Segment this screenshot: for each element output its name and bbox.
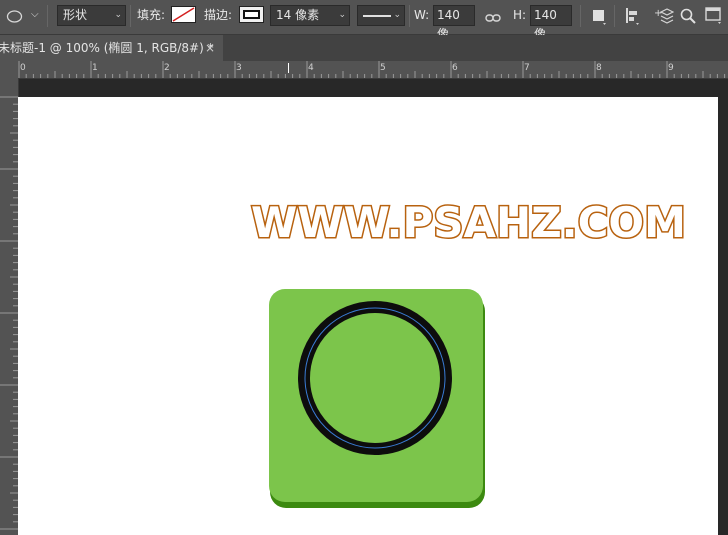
close-icon[interactable]: × bbox=[205, 35, 215, 61]
divider bbox=[614, 5, 615, 27]
ruler-label: 9 bbox=[668, 63, 674, 73]
chevron-down-icon: ⌄ bbox=[393, 10, 401, 20]
options-bar: ⌵ 形状 ⌄ 填充: 描边: 14 像素 ⌄ ⌄ W: 140 像 H: 140… bbox=[0, 0, 728, 41]
path-alignment-icon[interactable] bbox=[625, 8, 641, 30]
no-fill-icon bbox=[172, 7, 195, 22]
ruler-label: 1 bbox=[92, 63, 98, 73]
fill-swatch[interactable] bbox=[171, 6, 196, 23]
chevron-down-icon: ⌄ bbox=[338, 10, 346, 20]
ellipse-tool-icon[interactable] bbox=[6, 8, 23, 23]
divider bbox=[47, 5, 48, 27]
ruler-label: 2 bbox=[164, 63, 170, 73]
stroke-color-icon bbox=[243, 10, 260, 19]
mode-value: 形状 bbox=[63, 8, 88, 22]
ruler-ticks bbox=[0, 96, 18, 530]
horizontal-ruler[interactable]: 0 1 2 3 4 5 6 7 8 9 bbox=[18, 61, 728, 79]
document-tab[interactable]: 未标题-1 @ 100% (椭圆 1, RGB/8#) * × bbox=[0, 35, 223, 61]
search-icon[interactable] bbox=[680, 8, 696, 28]
divider bbox=[130, 5, 131, 27]
ruler-label: 4 bbox=[308, 63, 314, 73]
watermark-text: WWW.PSAHZ.COM bbox=[250, 197, 688, 249]
ruler-origin[interactable] bbox=[0, 61, 19, 79]
height-label: H: bbox=[513, 8, 527, 22]
ruler-label: 8 bbox=[596, 63, 602, 73]
ruler-label: 7 bbox=[524, 63, 530, 73]
chevron-down-icon: ⌄ bbox=[114, 10, 122, 20]
divider bbox=[409, 5, 410, 27]
divider bbox=[580, 5, 581, 27]
workspace-icon[interactable] bbox=[705, 7, 725, 29]
ruler-label: 3 bbox=[236, 63, 242, 73]
ruler-cursor-marker bbox=[288, 63, 289, 73]
stroke-width-input[interactable]: 14 像素 ⌄ bbox=[270, 5, 350, 26]
fill-label: 填充: bbox=[137, 8, 166, 22]
vertical-ruler[interactable] bbox=[0, 78, 19, 535]
ruler-ticks bbox=[18, 61, 726, 78]
stroke-type-dropdown[interactable]: ⌄ bbox=[357, 5, 405, 26]
document-canvas[interactable]: WWW.PSAHZ.COM bbox=[18, 97, 718, 535]
stroke-width-value: 14 像素 bbox=[276, 8, 320, 22]
solid-line-icon bbox=[363, 15, 391, 17]
shape-layer bbox=[269, 289, 485, 508]
ruler-label: 6 bbox=[452, 63, 458, 73]
mode-dropdown[interactable]: 形状 ⌄ bbox=[57, 5, 126, 26]
height-input[interactable]: 140 像 bbox=[530, 5, 572, 41]
stroke-swatch[interactable] bbox=[239, 6, 264, 23]
path-arrangement-icon[interactable]: + bbox=[654, 7, 675, 29]
ruler-label: 0 bbox=[20, 63, 26, 73]
link-icon[interactable] bbox=[485, 9, 501, 28]
width-input[interactable]: 140 像 bbox=[433, 5, 475, 41]
path-operations-icon[interactable] bbox=[592, 9, 608, 29]
chevron-down-icon[interactable]: ⌵ bbox=[31, 9, 39, 20]
document-tab-title: 未标题-1 @ 100% (椭圆 1, RGB/8#) * bbox=[0, 41, 214, 55]
document-tab-bar: 未标题-1 @ 100% (椭圆 1, RGB/8#) * × bbox=[0, 35, 728, 61]
width-label: W: bbox=[414, 8, 430, 22]
ruler-label: 5 bbox=[380, 63, 386, 73]
svg-text:+: + bbox=[654, 8, 662, 19]
stroke-label: 描边: bbox=[204, 8, 233, 22]
